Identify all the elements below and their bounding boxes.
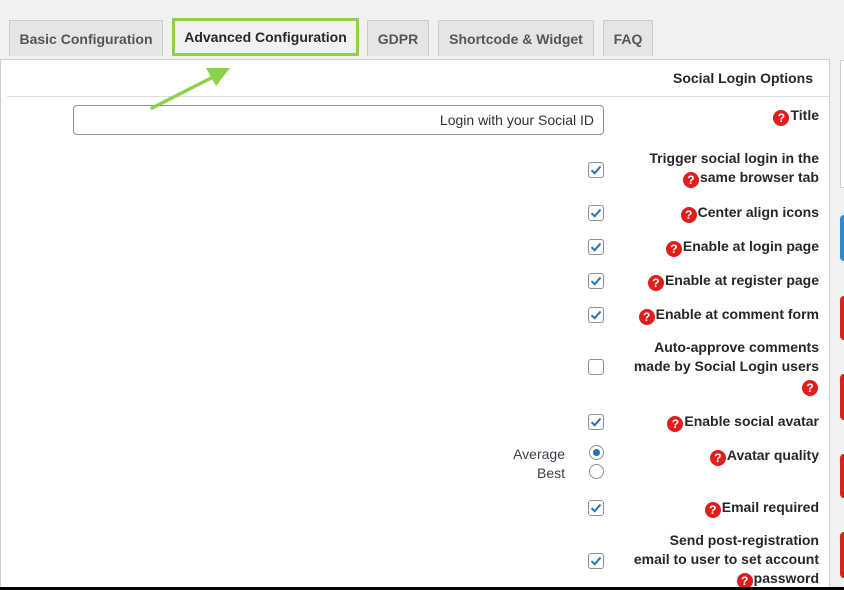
sidebar-button-edge[interactable]	[840, 374, 844, 420]
avatar-quality-average-radio[interactable]	[589, 445, 604, 460]
social-avatar-checkbox[interactable]	[588, 414, 604, 430]
auto-approve-label: Auto-approve comments made by Social Log…	[633, 339, 819, 396]
same-tab-checkbox[interactable]	[588, 162, 604, 178]
help-icon[interactable]: ?	[682, 172, 699, 188]
same-tab-label: Trigger social login in the ? same browse…	[649, 150, 819, 188]
login-page-label: ? Enable at login page	[665, 237, 819, 257]
login-page-checkbox[interactable]	[588, 239, 604, 255]
post-registration-label: Send post-registration email to user to …	[633, 532, 819, 589]
sidebar-box-edge	[840, 60, 844, 188]
settings-panel: Social Login Options ?Title Trigger soci…	[0, 59, 830, 590]
help-icon[interactable]: ?	[647, 275, 664, 291]
post-registration-checkbox[interactable]	[588, 553, 604, 569]
help-icon[interactable]: ?	[802, 380, 818, 396]
avatar-quality-average-label: Average	[513, 446, 565, 462]
title-input[interactable]	[73, 105, 604, 135]
checkmark-icon	[590, 165, 602, 175]
checkmark-icon	[590, 276, 602, 286]
checkmark-icon	[590, 503, 602, 513]
tab-advanced-configuration[interactable]: Advanced Configuration	[172, 18, 359, 56]
help-icon[interactable]: ?	[638, 309, 655, 325]
center-icons-checkbox[interactable]	[588, 205, 604, 221]
section-title: Social Login Options	[673, 70, 813, 86]
help-icon[interactable]: ?	[704, 502, 721, 518]
social-avatar-label: ? Enable social avatar	[667, 412, 819, 432]
title-label: ? Title	[773, 106, 819, 126]
comment-form-checkbox[interactable]	[588, 307, 604, 323]
help-icon[interactable]: ?	[773, 110, 790, 126]
help-icon[interactable]: ?	[667, 416, 684, 432]
avatar-quality-label: ? Avatar quality	[709, 446, 819, 466]
auto-approve-checkbox[interactable]	[588, 359, 604, 375]
center-icons-label: ? Center align icons	[680, 203, 819, 223]
tab-faq[interactable]: FAQ	[603, 20, 653, 56]
email-required-label: ? Email required	[704, 498, 819, 518]
tab-basic-configuration[interactable]: Basic Configuration	[9, 20, 163, 56]
avatar-quality-best-label: Best	[536, 465, 565, 481]
help-icon[interactable]: ?	[709, 450, 726, 466]
checkmark-icon	[590, 556, 602, 566]
sidebar-button-edge[interactable]	[840, 215, 844, 261]
register-page-checkbox[interactable]	[588, 273, 604, 289]
checkmark-icon	[590, 208, 602, 218]
email-required-checkbox[interactable]	[588, 500, 604, 516]
comment-form-label: ? Enable at comment form	[638, 305, 819, 325]
sidebar-button-edge[interactable]	[840, 454, 844, 498]
avatar-quality-best-radio[interactable]	[589, 464, 604, 479]
tab-gdpr[interactable]: GDPR	[367, 20, 429, 56]
sidebar-button-edge[interactable]	[840, 296, 844, 340]
help-icon[interactable]: ?	[680, 207, 697, 223]
tab-shortcode-widget[interactable]: Shortcode & Widget	[438, 20, 594, 56]
register-page-label: ? Enable at register page	[647, 271, 819, 291]
tab-bar: Basic Configuration Advanced Configurati…	[0, 0, 844, 60]
checkmark-icon	[590, 310, 602, 320]
help-icon[interactable]: ?	[665, 241, 682, 257]
checkmark-icon	[590, 417, 602, 427]
divider	[7, 96, 829, 97]
sidebar-button-edge[interactable]	[840, 532, 844, 578]
checkmark-icon	[590, 242, 602, 252]
